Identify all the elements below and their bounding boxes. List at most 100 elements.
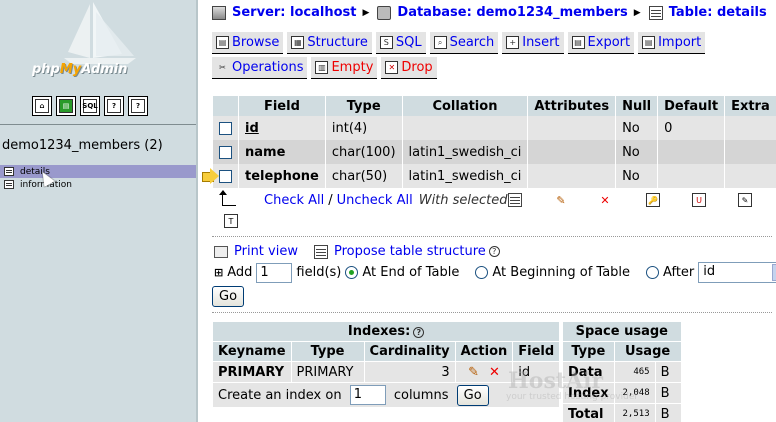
column-header-type[interactable]: Type bbox=[325, 96, 402, 116]
fulltext-icon[interactable]: T bbox=[224, 214, 238, 228]
after-label[interactable]: After bbox=[663, 265, 694, 280]
column-header-collation[interactable]: Collation bbox=[402, 96, 528, 116]
space-unit: B bbox=[655, 383, 681, 403]
browse-selected-icon[interactable] bbox=[508, 193, 522, 207]
sidebar-item-information[interactable]: information bbox=[0, 178, 196, 191]
primary-key-icon[interactable]: 🔑 bbox=[646, 193, 660, 207]
divider bbox=[0, 124, 196, 125]
tab-label: Structure bbox=[307, 35, 368, 50]
import-icon: ▤ bbox=[642, 36, 656, 49]
row-checkbox[interactable] bbox=[219, 145, 232, 159]
breadcrumb-database[interactable]: Database: demo1234_members bbox=[397, 5, 627, 20]
export-icon: ▤ bbox=[571, 36, 585, 49]
breadcrumb-table[interactable]: Table: details bbox=[669, 5, 767, 20]
database-name[interactable]: demo1234_members (2) bbox=[2, 138, 163, 153]
delete-icon[interactable]: ✕ bbox=[489, 365, 500, 380]
column-header-null[interactable]: Null bbox=[616, 96, 658, 116]
tab-sql[interactable]: S SQL bbox=[375, 32, 426, 54]
field-collation: latin1_swedish_ci bbox=[402, 140, 528, 164]
tab-label: Import bbox=[658, 35, 702, 50]
field-attributes bbox=[528, 116, 616, 140]
column-header-attributes[interactable]: Attributes bbox=[528, 96, 616, 116]
tab-browse[interactable]: ▤ Browse bbox=[212, 32, 284, 54]
after-radio[interactable] bbox=[646, 266, 660, 279]
tab-import[interactable]: ▤ Import bbox=[638, 32, 706, 54]
column-header-extra[interactable]: Extra bbox=[725, 96, 776, 116]
tab-label: Operations bbox=[232, 60, 304, 75]
tab-operations[interactable]: ✂ Operations bbox=[212, 57, 308, 79]
structure-table: Field Type Collation Attributes Null Def… bbox=[212, 96, 776, 188]
at-end-label[interactable]: At End of Table bbox=[362, 265, 459, 280]
at-end-radio[interactable] bbox=[345, 266, 359, 279]
field-name[interactable]: name bbox=[239, 140, 325, 164]
arrow-right-icon: ▶ bbox=[362, 7, 370, 18]
uncheck-all-link[interactable]: Uncheck All bbox=[337, 193, 413, 208]
table-row: telephone char(50) latin1_swedish_ci No bbox=[213, 164, 776, 188]
at-beginning-label[interactable]: At Beginning of Table bbox=[492, 265, 630, 280]
sql-icon: S bbox=[379, 36, 393, 49]
table-icon[interactable] bbox=[4, 167, 14, 176]
after-field-select[interactable]: id ▼ bbox=[698, 262, 776, 283]
add-field-count-input[interactable]: 1 bbox=[256, 262, 293, 283]
sailboat-icon bbox=[64, 2, 136, 64]
tab-label: Search bbox=[449, 35, 495, 50]
tab-drop[interactable]: ✕ Drop bbox=[381, 57, 437, 79]
tab-empty[interactable]: ▥ Empty bbox=[311, 57, 378, 79]
search-icon: ⌕ bbox=[433, 36, 447, 49]
unique-icon[interactable]: U bbox=[692, 193, 706, 207]
at-beginning-radio[interactable] bbox=[475, 266, 489, 279]
field-collation: latin1_swedish_ci bbox=[402, 164, 528, 188]
edit-pencil-icon[interactable]: ✎ bbox=[468, 365, 479, 380]
structure-icon: ▦ bbox=[291, 36, 305, 49]
breadcrumb-server[interactable]: Server: localhost bbox=[232, 5, 356, 20]
sql-icon[interactable]: SQL bbox=[80, 96, 100, 116]
sidebar-item-details[interactable]: details bbox=[0, 165, 196, 178]
field-name[interactable]: id bbox=[239, 116, 325, 140]
help-icon[interactable]: ? bbox=[413, 327, 425, 338]
column-header-field[interactable]: Field bbox=[239, 96, 325, 116]
help-icon[interactable]: ? bbox=[488, 246, 500, 257]
field-name[interactable]: telephone bbox=[239, 164, 325, 188]
create-index-go-button[interactable]: Go bbox=[456, 384, 489, 406]
field-default: 0 bbox=[658, 116, 725, 140]
with-selected-label: With selected: bbox=[418, 192, 512, 208]
edit-pencil-icon[interactable]: ✎ bbox=[554, 193, 568, 207]
docs-sql-icon[interactable]: ? bbox=[128, 96, 148, 116]
row-pointer-icon bbox=[200, 168, 220, 184]
index-icon[interactable]: ✎ bbox=[738, 193, 752, 207]
print-view-link[interactable]: Print view bbox=[234, 244, 298, 259]
field-collation bbox=[402, 116, 528, 140]
propose-structure-link[interactable]: Propose table structure bbox=[334, 244, 486, 259]
column-header-default[interactable]: Default bbox=[658, 96, 725, 116]
create-index-label: Create an index on bbox=[218, 387, 342, 403]
field-extra bbox=[725, 164, 776, 188]
delete-icon[interactable]: ✕ bbox=[598, 193, 612, 207]
field-null: No bbox=[616, 164, 658, 188]
wrench-icon: ✂ bbox=[219, 63, 226, 72]
table-row: name char(100) latin1_swedish_ci No bbox=[213, 140, 776, 164]
go-button[interactable]: Go bbox=[212, 286, 245, 307]
home-icon[interactable]: ⌂ bbox=[32, 96, 52, 116]
table-row: Total 2,513 B bbox=[563, 404, 681, 422]
check-all-link[interactable]: Check All bbox=[264, 193, 324, 208]
table-header-row: Type Usage bbox=[563, 342, 681, 361]
tab-search[interactable]: ⌕ Search bbox=[429, 32, 499, 54]
query-window-icon[interactable]: ▤ bbox=[56, 96, 76, 116]
tab-insert[interactable]: + Insert bbox=[502, 32, 564, 54]
docs-icon[interactable]: ? bbox=[104, 96, 124, 116]
indexes-title: Indexes:? bbox=[213, 322, 560, 341]
index-keyname: PRIMARY bbox=[213, 362, 291, 382]
field-default bbox=[658, 164, 725, 188]
table-icon[interactable] bbox=[4, 180, 14, 189]
tab-export[interactable]: ▤ Export bbox=[567, 32, 635, 54]
field-type: char(100) bbox=[325, 140, 402, 164]
row-checkbox[interactable] bbox=[219, 121, 232, 135]
create-index-count-input[interactable]: 1 bbox=[349, 385, 386, 405]
field-type: char(50) bbox=[325, 164, 402, 188]
row-checkbox[interactable] bbox=[219, 169, 232, 183]
database-icon bbox=[377, 5, 392, 20]
tab-structure[interactable]: ▦ Structure bbox=[287, 32, 372, 54]
print-icon bbox=[214, 245, 228, 258]
phpmyadmin-logo[interactable]: phpMyAdmin bbox=[0, 0, 196, 90]
tab-label: SQL bbox=[395, 35, 422, 50]
